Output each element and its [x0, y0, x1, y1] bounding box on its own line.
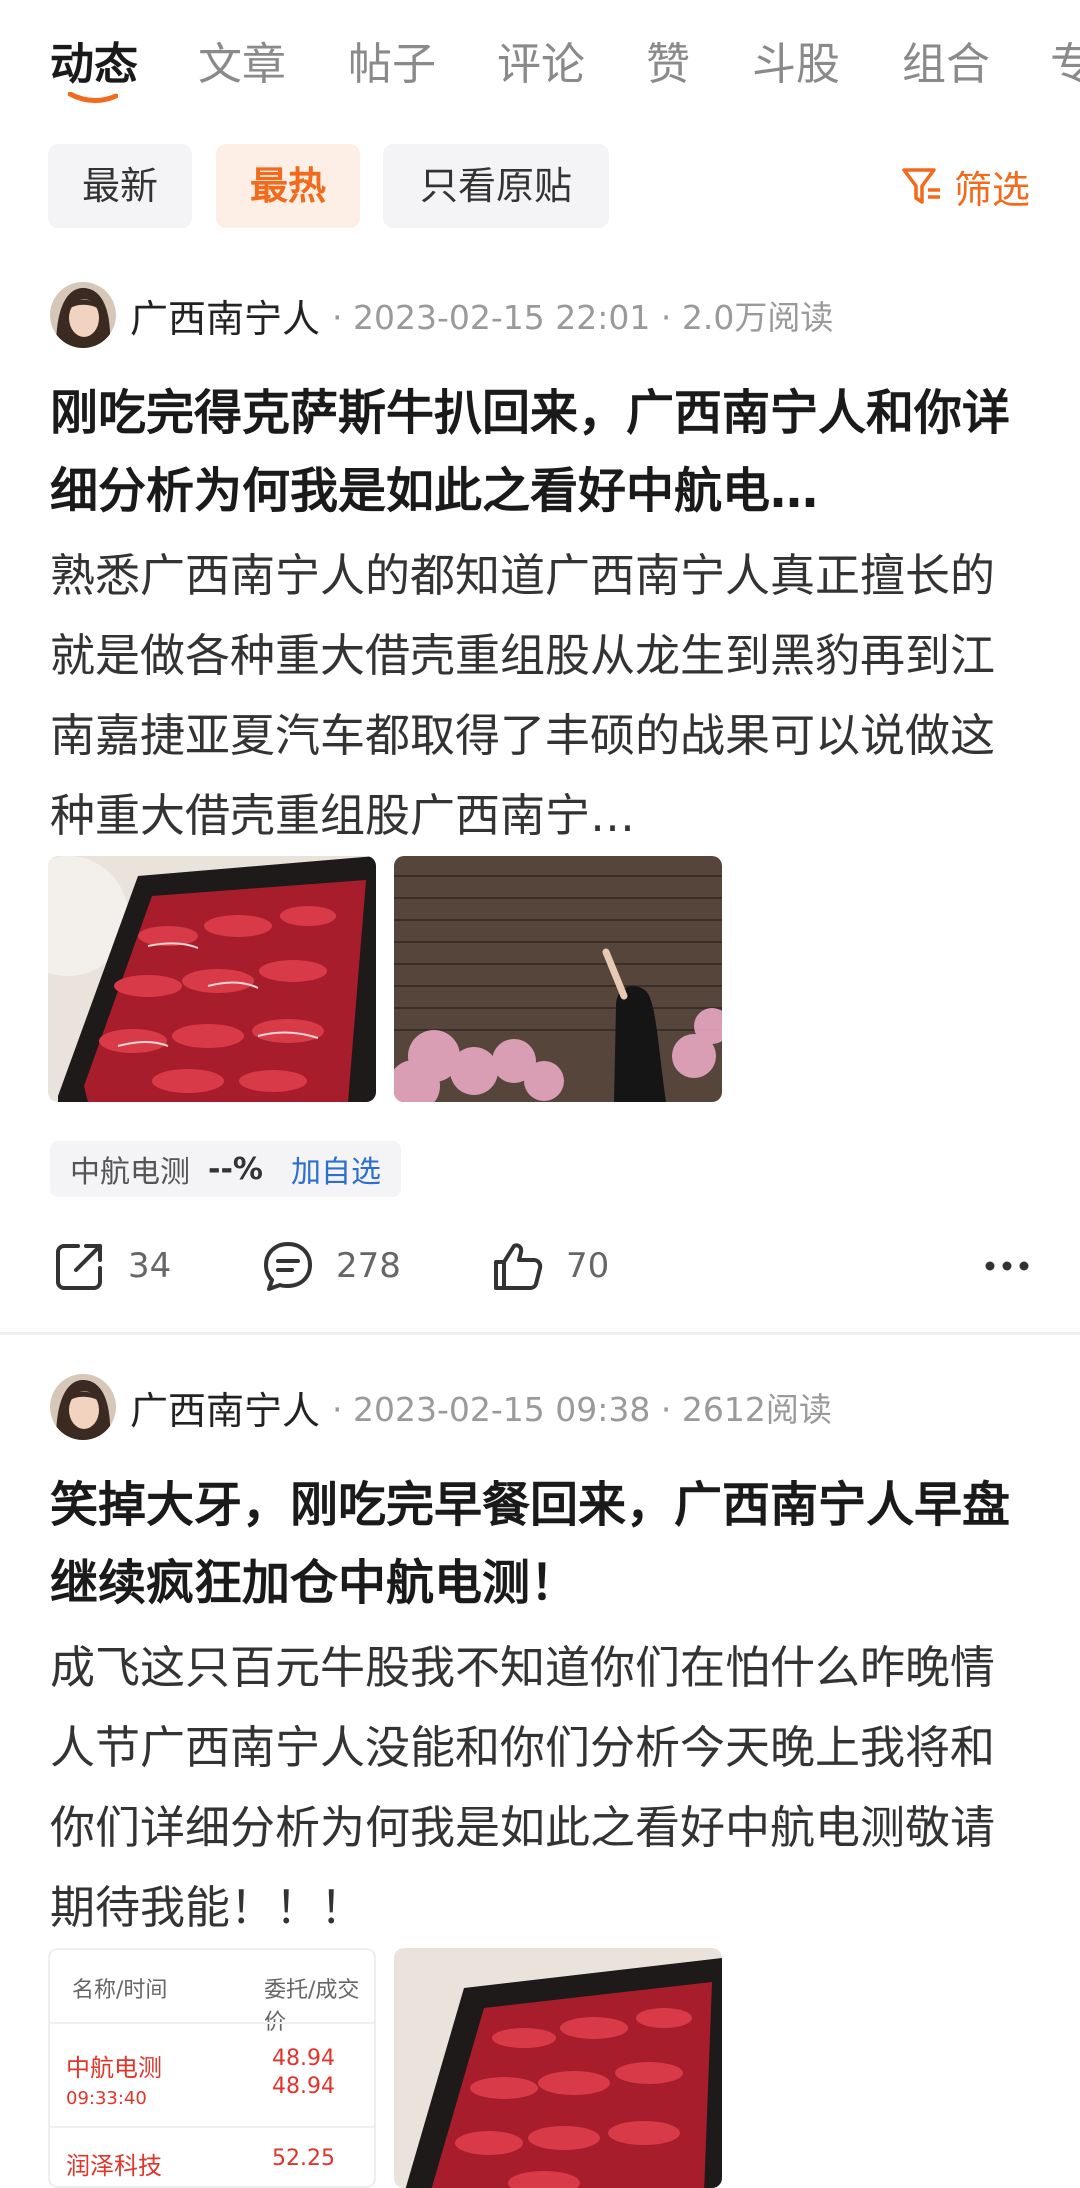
- post-author-row: 广西南宁人 · 2023-02-15 09:38 · 2612阅读: [50, 1372, 832, 1442]
- tab-posts[interactable]: 帖子: [348, 28, 436, 92]
- tab-special[interactable]: 专: [1050, 28, 1080, 92]
- like-count: 70: [566, 1246, 610, 1286]
- share-count: 34: [128, 1246, 172, 1286]
- post-body[interactable]: 熟悉广西南宁人的都知道广西南宁人真正擅长的就是做各种重大借壳重组股从龙生到黑豹再…: [50, 536, 1030, 856]
- post-author-row: 广西南宁人 · 2023-02-15 22:01 · 2.0万阅读: [50, 280, 833, 350]
- stock-name[interactable]: 中航电测: [70, 1147, 190, 1191]
- tab-dynamic[interactable]: 动态: [50, 28, 138, 92]
- thumbs-up-icon: [494, 1243, 543, 1290]
- author-avatar[interactable]: [50, 1374, 116, 1440]
- filter-latest-chip[interactable]: 最新: [48, 144, 192, 228]
- post-title[interactable]: 刚吃完得克萨斯牛扒回来，广西南宁人和你详细分析为何我是如此之看好中航电…: [50, 374, 1030, 530]
- order-header-left: 名称/时间: [72, 1978, 168, 2003]
- order-stock-name: 润泽科技: [66, 2152, 162, 2180]
- filter-original-only-chip[interactable]: 只看原贴: [383, 144, 609, 228]
- tab-stock-battle[interactable]: 斗股: [752, 28, 840, 92]
- stock-tag[interactable]: 中航电测 --% 加自选: [50, 1141, 401, 1197]
- active-tab-underline: [68, 92, 118, 103]
- order-row-separator: [50, 2126, 374, 2128]
- post-image-brick-wall[interactable]: [394, 856, 722, 1102]
- tab-comments[interactable]: 评论: [497, 28, 585, 92]
- post-meta: · 2023-02-15 09:38 · 2612阅读: [332, 1390, 832, 1429]
- tab-articles[interactable]: 文章: [198, 28, 286, 92]
- tab-likes[interactable]: 赞: [646, 28, 690, 92]
- tab-portfolio[interactable]: 组合: [902, 28, 990, 92]
- order-row-separator: [50, 2022, 374, 2024]
- post-divider: [0, 1332, 1080, 1335]
- post-body[interactable]: 成飞这只百元牛股我不知道你们在怕什么昨晚情人节广西南宁人没能和你们分析今天晚上我…: [50, 1628, 1030, 1948]
- comment-button[interactable]: 278: [260, 1226, 401, 1306]
- filter-hot-chip[interactable]: 最热: [216, 144, 360, 228]
- order-price: 48.94: [272, 2046, 335, 2071]
- more-options-icon[interactable]: [984, 1248, 1030, 1284]
- filter-button[interactable]: 筛选: [900, 156, 1030, 216]
- share-button[interactable]: 34: [52, 1226, 171, 1306]
- post-meta: · 2023-02-15 22:01 · 2.0万阅读: [332, 298, 834, 337]
- comment-count: 278: [336, 1246, 401, 1286]
- order-price: 52.25: [272, 2146, 335, 2171]
- post-image-trade-order[interactable]: 名称/时间 委托/成交价 中航电测 09:33:40 48.94 48.94 润…: [48, 1948, 376, 2188]
- author-avatar[interactable]: [50, 282, 116, 348]
- post-image-beef[interactable]: [394, 1948, 722, 2188]
- tab-bar: 动态 文章 帖子 评论 赞 斗股 组合 专: [0, 0, 1080, 120]
- post-title[interactable]: 笑掉大牙，刚吃完早餐回来，广西南宁人早盘继续疯狂加仓中航电测！: [50, 1466, 1030, 1622]
- post-actions: 34 278 70: [0, 1226, 1080, 1306]
- author-name[interactable]: 广西南宁人: [130, 288, 320, 343]
- filter-label: 筛选: [953, 167, 1030, 212]
- order-stock-name: 中航电测: [66, 2054, 162, 2082]
- order-deal-price: 48.94: [272, 2074, 335, 2099]
- like-button[interactable]: 70: [490, 1226, 609, 1306]
- order-header-right: 委托/成交价: [264, 1978, 360, 2035]
- funnel-icon: [902, 168, 940, 204]
- order-time: 09:33:40: [66, 2088, 147, 2109]
- post-image-beef[interactable]: [48, 856, 376, 1102]
- add-to-watchlist-button[interactable]: 加自选: [291, 1147, 381, 1191]
- author-name[interactable]: 广西南宁人: [130, 1380, 320, 1435]
- share-icon: [56, 1244, 102, 1290]
- comment-icon: [264, 1242, 312, 1291]
- stock-change: --%: [208, 1151, 263, 1187]
